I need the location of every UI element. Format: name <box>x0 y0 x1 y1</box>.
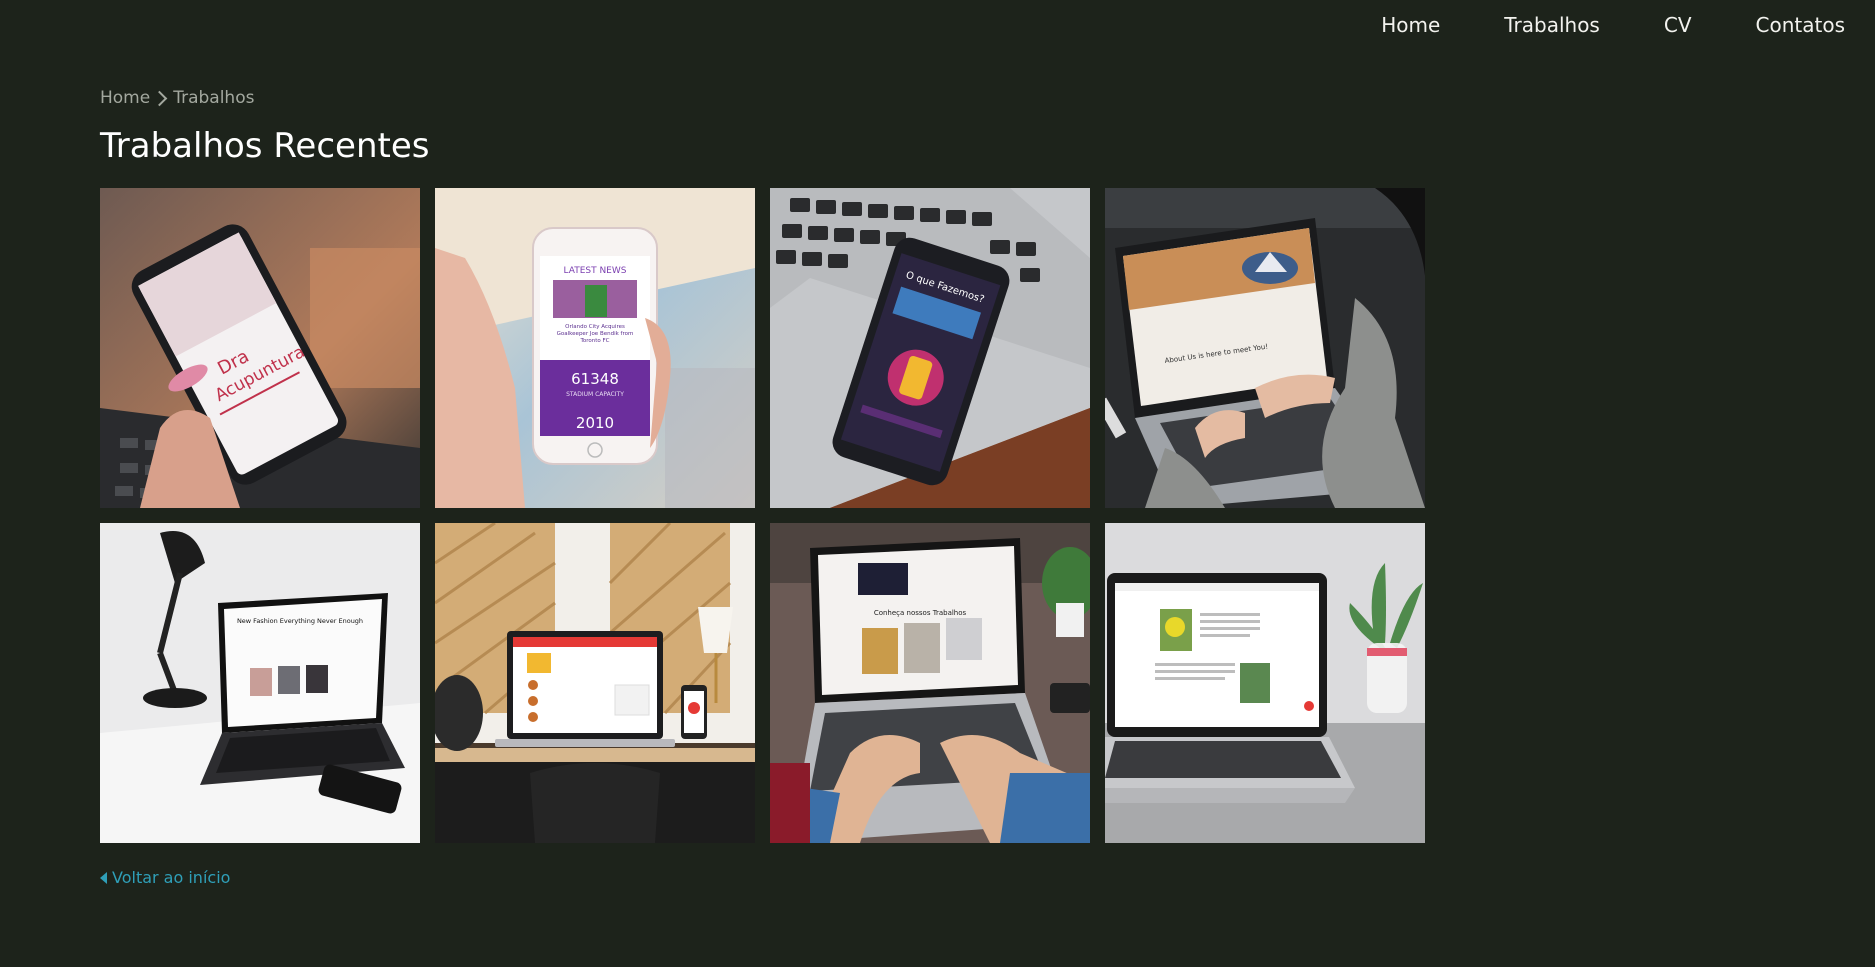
portfolio-image-2: LATEST NEWS Orlando City Acquires Goalke… <box>435 188 755 508</box>
stat-value: 61348 <box>571 370 619 388</box>
nav-home[interactable]: Home <box>1381 13 1440 37</box>
portfolio-grid: Dra Acupuntura LATEST NEWS Orlando City … <box>100 188 1425 843</box>
back-to-home-link[interactable]: Voltar ao início <box>100 868 230 887</box>
portfolio-item-5[interactable]: New Fashion Everything Never Enough <box>100 523 420 843</box>
portfolio-image-6 <box>435 523 755 843</box>
nav-trabalhos[interactable]: Trabalhos <box>1504 13 1600 37</box>
news-headline-3: Toronto FC <box>579 338 609 344</box>
stat-year: 2010 <box>576 414 614 432</box>
portfolio-item-4[interactable]: About Us is here to meet You! <box>1105 188 1425 508</box>
phone-news-header: LATEST NEWS <box>564 266 627 276</box>
portfolio-item-8[interactable] <box>1105 523 1425 843</box>
breadcrumb: Home Trabalhos <box>100 88 254 108</box>
top-nav: Home Trabalhos CV Contatos <box>1381 0 1875 50</box>
laptop-screen-heading: New Fashion Everything Never Enough <box>237 617 363 625</box>
portfolio-image-5: New Fashion Everything Never Enough <box>100 523 420 843</box>
portfolio-item-2[interactable]: LATEST NEWS Orlando City Acquires Goalke… <box>435 188 755 508</box>
portfolio-image-7: Conheça nossos Trabalhos <box>770 523 1090 843</box>
news-headline-2: Goalkeeper Joe Bendik from <box>557 331 634 337</box>
portfolio-image-8 <box>1105 523 1425 843</box>
portfolio-item-3[interactable]: O que Fazemos? <box>770 188 1090 508</box>
nav-cv[interactable]: CV <box>1664 13 1692 37</box>
breadcrumb-current: Trabalhos <box>173 88 255 108</box>
news-headline-1: Orlando City Acquires <box>565 324 625 330</box>
back-link-label: Voltar ao início <box>112 868 231 887</box>
chevron-right-icon <box>151 90 168 106</box>
caret-left-icon <box>100 871 107 884</box>
portfolio-item-1[interactable]: Dra Acupuntura <box>100 188 420 508</box>
portfolio-item-6[interactable] <box>435 523 755 843</box>
portfolio-item-7[interactable]: Conheça nossos Trabalhos <box>770 523 1090 843</box>
portfolio-image-4: About Us is here to meet You! <box>1105 188 1425 508</box>
nav-contatos[interactable]: Contatos <box>1756 13 1845 37</box>
portfolio-image-1: Dra Acupuntura <box>100 188 420 508</box>
laptop-screen-heading: Conheça nossos Trabalhos <box>874 609 967 617</box>
portfolio-image-3: O que Fazemos? <box>770 188 1090 508</box>
stat-label: STADIUM CAPACITY <box>566 391 624 398</box>
page-title: Trabalhos Recentes <box>100 126 430 166</box>
breadcrumb-home[interactable]: Home <box>100 88 150 108</box>
